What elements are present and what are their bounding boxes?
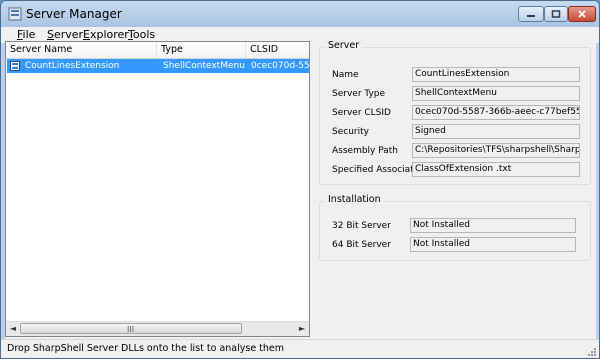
scroll-left-icon[interactable]: ◄	[6, 322, 20, 336]
assembly-path-value: C:\Repositories\TFS\sharpshell\SharpShel…	[412, 143, 580, 158]
close-button[interactable]	[568, 6, 596, 22]
security-label: Security	[332, 127, 369, 137]
server-type-label: Server Type	[332, 89, 386, 99]
menu-explorer-accesskey: E	[83, 28, 90, 41]
column-header-server-name[interactable]: Server Name	[6, 42, 157, 58]
minimize-icon	[527, 15, 535, 17]
menu-server-label: erver	[53, 28, 84, 41]
server-type-value: ShellContextMenu	[412, 86, 580, 101]
menu-explorer-label: xplorer	[89, 28, 129, 41]
close-icon	[578, 10, 586, 18]
assembly-path-label: Assembly Path	[332, 146, 399, 156]
server-dll-icon	[10, 61, 20, 71]
name-label: Name	[332, 70, 359, 80]
list-row[interactable]: CountLinesExtension ShellContextMenu 0ce…	[7, 59, 309, 73]
status-text: Drop SharpShell Server DLLs onto the lis…	[7, 343, 285, 354]
size-grip-icon[interactable]	[586, 346, 596, 356]
row-server-type: ShellContextMenu	[163, 61, 245, 71]
status-bar: Drop SharpShell Server DLLs onto the lis…	[1, 339, 599, 358]
server-groupbox: Server Name CountLinesExtension Server T…	[319, 40, 591, 185]
server-manager-icon	[8, 7, 22, 21]
server-group-title: Server	[325, 40, 363, 51]
name-value: CountLinesExtension	[412, 67, 580, 82]
server-clsid-value: 0cec070d-5587-366b-aeec-c77bef55ee29	[412, 105, 580, 120]
title-bar[interactable]: Server Manager	[1, 1, 599, 27]
menu-file-label: ile	[22, 28, 36, 41]
bit64-server-value: Not Installed	[410, 237, 576, 252]
server-list[interactable]: Server Name Type CLSID CountLinesExtensi…	[5, 41, 310, 337]
specified-associations-value: ClassOfExtension .txt	[412, 162, 580, 177]
window-title: Server Manager	[26, 7, 122, 21]
bit32-server-label: 32 Bit Server	[332, 221, 391, 231]
row-server-clsid: 0cec070d-5587-3	[251, 61, 309, 71]
row-server-name: CountLinesExtension	[25, 61, 120, 71]
maximize-button[interactable]	[544, 6, 568, 22]
security-value: Signed	[412, 124, 580, 139]
menu-server-accesskey: S	[47, 28, 54, 41]
column-header-type[interactable]: Type	[157, 42, 246, 58]
server-manager-window: Server Manager File Server Explorer Tool…	[0, 0, 600, 359]
server-clsid-label: Server CLSID	[332, 108, 391, 118]
bit64-server-label: 64 Bit Server	[332, 240, 391, 250]
minimize-button[interactable]	[518, 6, 544, 22]
list-header: Server Name Type CLSID	[6, 42, 309, 59]
menu-tools-label: ools	[132, 28, 156, 41]
installation-group-title: Installation	[325, 194, 384, 205]
column-header-clsid[interactable]: CLSID	[246, 42, 309, 58]
scroll-thumb[interactable]: III	[20, 323, 242, 334]
scroll-grip-icon: III	[127, 325, 135, 334]
maximize-icon	[551, 10, 561, 18]
installation-groupbox: Installation 32 Bit Server Not Installed…	[319, 194, 591, 261]
horizontal-scrollbar[interactable]: ◄ III ►	[6, 321, 309, 336]
bit32-server-value: Not Installed	[410, 218, 576, 233]
scroll-right-icon[interactable]: ►	[295, 322, 309, 336]
